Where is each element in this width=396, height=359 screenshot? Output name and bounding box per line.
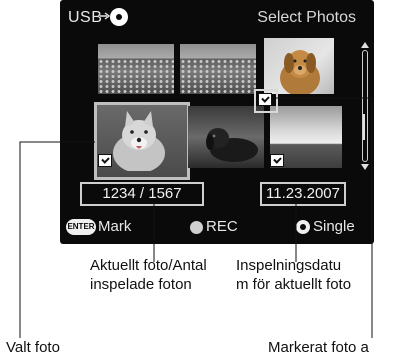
photo-dog-portrait — [264, 38, 334, 94]
callout-date-line2: m för aktuellt foto — [236, 276, 352, 293]
callout-date-line1: Inspelningsdatu — [236, 257, 342, 274]
dog-lying-illustration — [206, 128, 258, 162]
scroll-thumb[interactable] — [363, 114, 365, 140]
rec-label: REC — [206, 218, 238, 235]
callout-selected-photo: Valt foto — [6, 339, 60, 356]
thumbnail-dog-current[interactable] — [94, 102, 190, 180]
scroll-down-icon[interactable] — [361, 164, 369, 170]
mark-label: Mark — [98, 218, 132, 235]
mark-checkbox-icon — [258, 93, 272, 106]
disc-icon — [110, 8, 128, 26]
mark-checkbox-icon — [270, 154, 284, 167]
photo-counter: 1234 / 1567 — [80, 182, 204, 206]
thumbnail-dog-portrait[interactable] — [264, 38, 334, 94]
transfer-arrow-icon — [100, 12, 110, 20]
callout-current-line2: inspelade foton — [90, 276, 192, 293]
thumbnail-flowers-2[interactable] — [180, 44, 256, 94]
callout-current-photo: Aktuellt foto/Antal inspelade foton — [90, 256, 207, 294]
photo-flowers — [180, 44, 256, 94]
single-button-icon[interactable] — [296, 220, 310, 234]
camera-screen: USB Select Photos 1234 / 1567 11.23.2007… — [60, 0, 374, 244]
scroll-track[interactable] — [362, 50, 368, 162]
thumbnail-dog-lying[interactable] — [188, 106, 264, 168]
page-title: Select Photos — [257, 9, 356, 26]
top-bar: USB Select Photos — [60, 0, 374, 38]
photo-dog-lying — [188, 106, 264, 168]
callout-recording-date: Inspelningsdatu m för aktuellt foto — [236, 256, 351, 294]
dog-portrait-illustration — [280, 50, 320, 94]
scroll-up-icon[interactable] — [361, 42, 369, 48]
thumbnail-flowers-1[interactable] — [98, 44, 174, 94]
photo-flowers — [98, 44, 174, 94]
recording-date: 11.23.2007 — [260, 182, 346, 206]
callout-current-line1: Aktuellt foto/Antal — [90, 257, 207, 274]
callout-marked-photo: Markerat foto a — [268, 339, 369, 356]
enter-button[interactable]: ENTER — [66, 219, 96, 235]
bottom-bar: ENTER Mark REC Single — [60, 212, 374, 244]
scrollbar[interactable] — [360, 42, 370, 172]
mark-checkbox-icon — [98, 154, 112, 167]
single-label: Single — [313, 218, 355, 235]
rec-button-icon[interactable] — [190, 221, 203, 234]
usb-label: USB — [68, 9, 103, 26]
